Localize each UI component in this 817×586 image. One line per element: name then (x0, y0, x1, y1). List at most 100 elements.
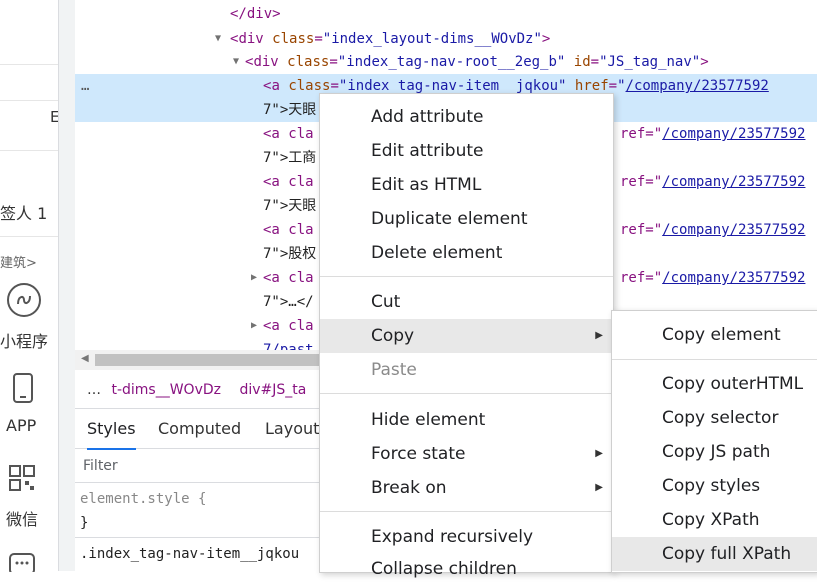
panel-divider[interactable] (58, 0, 75, 571)
breadcrumb-item[interactable]: div#JS_ta (239, 382, 306, 398)
attr-name: href (574, 78, 609, 94)
tag-fragment: <a cla (263, 174, 314, 190)
menu-item-cut[interactable]: Cut (320, 285, 613, 319)
divider (0, 64, 58, 65)
submenu-arrow-icon: ▶ (595, 448, 603, 459)
menu-item-delete-element[interactable]: Delete element (320, 236, 613, 270)
copy-submenu: Copy element Copy outerHTML Copy selecto… (611, 310, 817, 573)
style-rule-selector[interactable]: element.style { (80, 489, 325, 509)
menu-item-copy-outerhtml[interactable]: Copy outerHTML (612, 367, 817, 401)
menu-separator (320, 511, 613, 512)
tab-styles[interactable]: Styles (87, 410, 136, 450)
menu-separator (320, 393, 613, 394)
menu-item-copy-element[interactable]: Copy element (612, 318, 817, 352)
divider (0, 236, 58, 237)
tree-line[interactable]: ▼ <div class="index_layout-dims__WOvDz"> (75, 27, 817, 51)
page-text-fragment: 签人 1 (0, 204, 48, 223)
expand-triangle-icon[interactable]: ▼ (215, 27, 221, 51)
scroll-left-arrow-icon[interactable]: ◀ (81, 353, 89, 364)
closing-tag: </div> (230, 6, 281, 22)
tab-layout[interactable]: Layout (265, 410, 319, 448)
menu-separator (320, 276, 613, 277)
scrollbar-thumb[interactable] (95, 354, 320, 366)
divider (0, 100, 58, 101)
phone-icon[interactable] (12, 372, 36, 408)
expand-triangle-icon[interactable]: ▼ (233, 50, 239, 74)
menu-item-duplicate-element[interactable]: Duplicate element (320, 202, 613, 236)
href-link[interactable]: /company/23577592 (662, 222, 805, 238)
href-link[interactable]: /company/23577592 (626, 78, 769, 94)
breadcrumb-item[interactable]: t-dims__WOvDz (111, 382, 221, 398)
menu-item-add-attribute[interactable]: Add attribute (320, 100, 613, 134)
breadcrumb-more[interactable]: … (87, 382, 101, 398)
style-rule-selector[interactable]: .index_tag-nav-item__jqkou (80, 544, 325, 564)
menu-item-expand-recursively[interactable]: Expand recursively (320, 520, 613, 554)
attr-value: " (617, 78, 626, 94)
mini-program-icon[interactable] (6, 282, 42, 322)
menu-item-break-on[interactable]: Break on ▶ (320, 471, 613, 505)
attr-value: "index_tag-nav-root__2eg_b" (337, 54, 566, 70)
attr-fragment: ref=" (620, 270, 663, 286)
attr-value: "index_tag-nav-item__jqkou" (338, 78, 567, 94)
attr-name: class (287, 54, 330, 70)
attr-fragment: ref=" (620, 222, 663, 238)
tab-computed[interactable]: Computed (158, 410, 241, 448)
tag-name: div (238, 31, 264, 47)
wechat-label[interactable]: 微信 (6, 506, 38, 530)
node-text: 7">工商 (263, 150, 317, 166)
href-link[interactable]: /company/23577592 (662, 270, 805, 286)
styles-tabbar: Styles Computed Layout (75, 410, 320, 450)
node-text: 7">…</ (263, 294, 314, 310)
tag-fragment: <a cla (263, 318, 314, 334)
tag-name: div (253, 54, 279, 70)
submenu-arrow-icon: ▶ (595, 482, 603, 493)
tag-fragment: <a cla (263, 270, 314, 286)
menu-separator (612, 359, 817, 360)
menu-item-copy[interactable]: Copy ▶ (320, 319, 613, 353)
href-link[interactable]: /company/23577592 (662, 174, 805, 190)
more-options-icon[interactable]: … (81, 74, 89, 98)
divider (0, 150, 58, 151)
tag-name: a (271, 78, 280, 94)
menu-item-collapse-children[interactable]: Collapse children (320, 552, 613, 586)
chat-icon[interactable] (8, 552, 36, 576)
menu-item-copy-selector[interactable]: Copy selector (612, 401, 817, 435)
attr-name: class (272, 31, 315, 47)
divider (75, 537, 320, 538)
page-left-strip: E 签人 1 建筑> 小程序 APP 微信 (0, 0, 59, 575)
attr-fragment: ref=" (620, 126, 663, 142)
menu-item-force-state[interactable]: Force state ▶ (320, 437, 613, 471)
node-text: 7">天眼 (263, 198, 317, 214)
collapsed-triangle-icon[interactable]: ▶ (251, 266, 257, 290)
horizontal-scrollbar[interactable]: ◀ (75, 350, 320, 370)
tag-fragment: <a cla (263, 126, 314, 142)
breadcrumb: … t-dims__WOvDz div#JS_ta (75, 372, 320, 409)
menu-item-edit-as-html[interactable]: Edit as HTML (320, 168, 613, 202)
menu-item-copy-xpath[interactable]: Copy XPath (612, 503, 817, 537)
style-rule-end: } (80, 515, 89, 531)
menu-item-edit-attribute[interactable]: Edit attribute (320, 134, 613, 168)
menu-item-copy-js-path[interactable]: Copy JS path (612, 435, 817, 469)
attr-value: "index_layout-dims__WOvDz" (322, 31, 542, 47)
qr-code-icon[interactable] (8, 464, 36, 496)
attr-value: "JS_tag_nav" (599, 54, 701, 70)
page-text-fragment: 建筑> (0, 256, 37, 271)
node-text: 7/past (263, 342, 314, 350)
app-label[interactable]: APP (6, 416, 36, 435)
context-menu: Add attribute Edit attribute Edit as HTM… (319, 93, 614, 579)
menu-item-copy-styles[interactable]: Copy styles (612, 469, 817, 503)
styles-filter-input[interactable]: Filter (75, 450, 320, 483)
tree-line[interactable]: ▼ <div class="index_tag-nav-root__2eg_b"… (75, 50, 817, 74)
menu-item-copy-full-xpath[interactable]: Copy full XPath (612, 537, 817, 571)
submenu-arrow-icon: ▶ (595, 330, 603, 341)
filter-placeholder: Filter (83, 458, 118, 474)
tree-line[interactable]: </div> (75, 2, 817, 26)
href-link[interactable]: /company/23577592 (662, 126, 805, 142)
attr-fragment: ref=" (620, 174, 663, 190)
tag-fragment: <a cla (263, 222, 314, 238)
menu-item-hide-element[interactable]: Hide element (320, 403, 613, 437)
node-text: 7">天眼 (263, 102, 317, 118)
menu-item-paste[interactable]: Paste (320, 353, 613, 387)
mini-program-label[interactable]: 小程序 (0, 328, 48, 352)
collapsed-triangle-icon[interactable]: ▶ (251, 314, 257, 338)
